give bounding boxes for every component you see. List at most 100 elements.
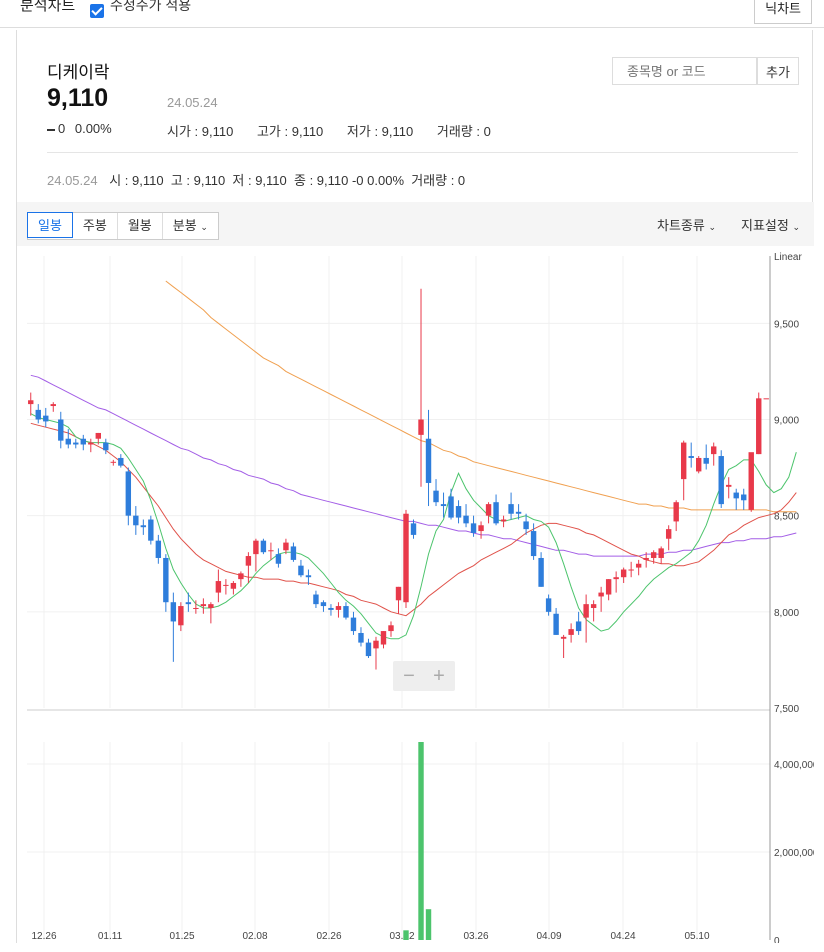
candle-body <box>358 632 364 643</box>
candle-body <box>178 606 184 626</box>
candle-body <box>508 504 514 514</box>
candle-body <box>515 511 522 514</box>
chart-type-dropdown[interactable]: 차트종류 ⌄ <box>657 215 716 234</box>
candle-body <box>575 621 582 632</box>
volume-bar <box>418 742 424 940</box>
stock-date: 24.05.24 <box>167 95 218 110</box>
x-tick-label: 01.25 <box>169 931 194 942</box>
candle-body <box>568 629 574 635</box>
candle-body <box>643 557 649 560</box>
candle-body <box>733 492 739 499</box>
chevron-down-icon: ⌄ <box>792 222 801 232</box>
candlestick-chart[interactable]: Linear 9,500 9,000 8,500 8,000 7,500 4,000,000… <box>17 246 819 947</box>
chevron-down-icon: ⌄ <box>200 222 208 232</box>
zoom-in-button: + <box>433 665 445 687</box>
chart-toolbar: 일봉 주봉 월봉 분봉 ⌄ 차트종류 ⌄ 지표설정 ⌄ <box>17 202 814 246</box>
candle-body <box>395 586 402 601</box>
ma120-line <box>165 280 797 513</box>
candle-body <box>343 606 349 618</box>
stock-search-input[interactable] <box>612 57 757 85</box>
candle-body <box>283 542 289 551</box>
crosshair-info: 24.05.24 시 : 9,110 고 : 9,110 저 : 9,110 종… <box>47 170 465 189</box>
candle-body <box>598 592 604 597</box>
candle-body <box>350 617 357 632</box>
candle-body <box>28 400 34 405</box>
candle-body <box>425 438 432 483</box>
chart-title: 분석차트 <box>20 0 76 14</box>
x-tick-label: 04.09 <box>536 931 561 942</box>
info-text: 시 : 9,110 고 : 9,110 저 : 9,110 종 : 9,110 … <box>109 173 466 188</box>
indicator-dropdown[interactable]: 지표설정 ⌄ <box>741 215 800 234</box>
add-button[interactable]: 추가 <box>757 57 799 85</box>
x-tick-label: 02.26 <box>316 931 341 942</box>
candle-body <box>748 452 754 510</box>
candle-body <box>448 496 454 518</box>
y-tick-label: 9,000 <box>774 415 799 426</box>
candle-body <box>118 457 124 466</box>
candle-body <box>418 419 424 435</box>
candle-body <box>688 456 694 458</box>
candle-body <box>230 582 237 589</box>
candle-body <box>298 565 304 576</box>
x-tick-label: 05.10 <box>684 931 709 942</box>
candle-body <box>635 563 642 568</box>
candle-body <box>185 602 192 605</box>
candle-body <box>680 442 687 480</box>
candle-body <box>741 494 747 501</box>
candle-body <box>726 484 732 487</box>
candle-body <box>73 442 79 445</box>
candle-body <box>590 604 597 608</box>
x-tick-label: 03.26 <box>463 931 488 942</box>
tab-minute[interactable]: 분봉 ⌄ <box>163 213 218 239</box>
candle-body <box>718 456 724 505</box>
candle-body <box>613 577 619 580</box>
tab-daily[interactable]: 일봉 <box>27 212 73 238</box>
candle-body <box>478 525 484 532</box>
candle-body <box>238 573 244 580</box>
x-tick-label: 04.24 <box>610 931 635 942</box>
tab-monthly[interactable]: 월봉 <box>118 213 163 239</box>
chevron-down-icon: ⌄ <box>708 222 717 232</box>
candle-body <box>756 398 762 455</box>
candle-body <box>58 419 64 441</box>
candle-body <box>80 438 86 445</box>
candle-body <box>463 515 469 524</box>
candle-body <box>170 602 177 622</box>
candle-body <box>545 598 552 612</box>
candle-body <box>410 523 417 535</box>
candle-body <box>43 415 49 422</box>
candle-body <box>140 525 147 528</box>
candle-body <box>620 569 627 578</box>
flat-icon <box>47 128 55 131</box>
tab-weekly[interactable]: 주봉 <box>73 213 118 239</box>
candle-body <box>245 556 252 566</box>
top-right-button[interactable]: 닉차트 <box>754 0 812 24</box>
app-window: 분석차트 수정주가 적용 닉차트 디케이락 9,110 24.05.24 0 0… <box>0 0 824 952</box>
candle-body <box>253 540 259 555</box>
candle-body <box>65 438 71 445</box>
change-value: 0 <box>58 121 66 136</box>
candle-body <box>260 540 267 553</box>
candle-body <box>485 504 492 516</box>
adjusted-price-checkbox[interactable] <box>90 4 104 18</box>
candle-body <box>530 531 537 557</box>
y-tick-label: 9,500 <box>774 319 799 330</box>
candle-body <box>208 604 214 608</box>
candle-body <box>335 606 342 610</box>
ohlc-summary: 시가 : 9,110 고가 : 9,110 저가 : 9,110 거래량 : 0 <box>167 121 511 140</box>
candle-body <box>523 521 529 530</box>
x-tick-label: 01.11 <box>98 931 123 942</box>
stock-price: 9,110 <box>47 84 109 112</box>
candle-body <box>148 519 154 541</box>
candle-body <box>88 442 94 445</box>
candle-body <box>290 546 297 560</box>
change-pct: 0.00% <box>74 121 112 136</box>
candle-body <box>673 502 679 522</box>
candle-body <box>268 550 274 552</box>
candle-body <box>470 523 477 533</box>
candle-body <box>305 575 312 578</box>
candle-body <box>493 502 499 524</box>
chart-area[interactable]: Linear 9,500 9,000 8,500 8,000 7,500 4,000,000… <box>17 246 819 947</box>
candle-body <box>200 604 207 607</box>
candle-body <box>133 515 139 526</box>
